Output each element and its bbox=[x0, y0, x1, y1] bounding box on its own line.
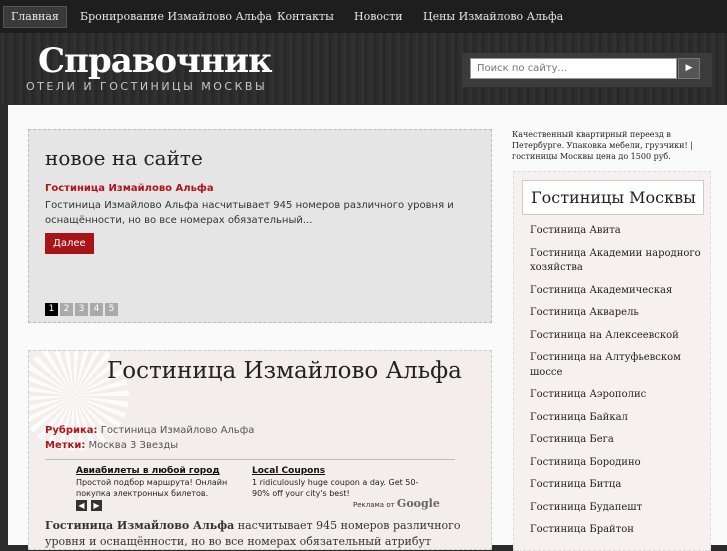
hotel-link[interactable]: Гостиница Академическая bbox=[530, 284, 706, 299]
hotel-link[interactable]: Гостиница Битца bbox=[530, 478, 706, 493]
site-subtitle: ОТЕЛИ И ГОСТИНИЦЫ МОСКВЫ bbox=[26, 80, 268, 93]
ads-by-label: Реклама от bbox=[353, 501, 395, 509]
hotel-link[interactable]: Гостиница Бородино bbox=[530, 456, 706, 471]
hotel-link[interactable]: Гостиница Бега bbox=[530, 433, 706, 448]
divider bbox=[45, 459, 455, 460]
play-arrow-icon: ▶ bbox=[685, 63, 693, 73]
pager-item[interactable]: 2 bbox=[60, 303, 73, 316]
ad-headline[interactable]: Local Coupons bbox=[252, 466, 432, 477]
category-link[interactable]: Гостиница Измайлово Альфа bbox=[101, 425, 255, 436]
nav-item-contacts[interactable]: Контакты bbox=[277, 0, 334, 33]
ad-headline[interactable]: Авиабилеты в любой город bbox=[76, 466, 241, 477]
ad-text: 1 ridiculously huge coupon a day. Get 50… bbox=[252, 478, 419, 498]
featured-excerpt: Гостиница Измайлово Альфа насчитывает 94… bbox=[45, 200, 454, 226]
search-button[interactable]: ▶ bbox=[678, 58, 700, 79]
widget-title: Гостиницы Москвы bbox=[522, 180, 704, 215]
pager-item[interactable]: 5 bbox=[105, 303, 118, 316]
featured-title: новое на сайте bbox=[45, 146, 203, 170]
search-input[interactable] bbox=[470, 58, 677, 79]
pager-item[interactable]: 1 bbox=[45, 303, 58, 316]
site-header: Справочник ОТЕЛИ И ГОСТИНИЦЫ МОСКВЫ ▶ bbox=[0, 33, 727, 105]
hotel-link[interactable]: Гостиница на Алексеевской bbox=[530, 329, 706, 344]
hotel-link[interactable]: Гостиница Академии народного хозяйства bbox=[530, 247, 706, 276]
featured-post-link[interactable]: Гостиница Измайлово Альфа bbox=[45, 183, 214, 194]
top-nav: Главная Бронирование Измайлово Альфа Кон… bbox=[0, 0, 727, 33]
hotel-link[interactable]: Гостиница Авита bbox=[530, 224, 706, 239]
tag-link[interactable]: Москва 3 Звезды bbox=[89, 440, 179, 451]
hotel-link[interactable]: Гостиница Будапешт bbox=[530, 501, 706, 516]
site-title[interactable]: Справочник bbox=[38, 41, 273, 81]
post-article: Гостиница Измайлово Альфа Рубрика: Гости… bbox=[28, 350, 492, 550]
ad-unit-2[interactable]: Local Coupons 1 ridiculously huge coupon… bbox=[252, 466, 432, 499]
ad-prev-icon[interactable]: ◀ bbox=[76, 500, 87, 511]
sidebar-ad-text[interactable]: Качественный квартирный переезд в Петерб… bbox=[512, 129, 716, 162]
main-content: новое на сайте Гостиница Измайлово Альфа… bbox=[8, 105, 727, 551]
hotel-link[interactable]: Гостиница Акварель bbox=[530, 306, 706, 321]
search-box: ▶ bbox=[462, 53, 712, 87]
google-logo: Google bbox=[396, 497, 440, 510]
hotel-link[interactable]: Гостиница Байкал bbox=[530, 411, 706, 426]
hotel-link[interactable]: Гостиница Брайтон bbox=[530, 523, 706, 538]
post-category: Рубрика: Гостиница Измайлово Альфа bbox=[45, 425, 254, 436]
category-label: Рубрика: bbox=[45, 425, 98, 436]
post-title[interactable]: Гостиница Измайлово Альфа bbox=[107, 357, 477, 386]
hotel-link[interactable]: Гостиница Аэрополис bbox=[530, 388, 706, 403]
nav-item-news[interactable]: Новости bbox=[354, 0, 403, 33]
post-body-bold: Гостиница Измайлово Альфа bbox=[45, 519, 235, 532]
hotel-link[interactable]: Гостиница на Алтуфьевском шоссе bbox=[530, 351, 706, 380]
ad-next-icon[interactable]: ▶ bbox=[91, 500, 102, 511]
nav-item-prices[interactable]: Цены Измайлово Альфа bbox=[423, 0, 563, 33]
read-more-button[interactable]: Далее bbox=[45, 233, 94, 254]
ads-by-google[interactable]: Реклама от Google bbox=[353, 497, 440, 510]
ad-text: Простой подбор маршрута! Онлайн покупка … bbox=[76, 478, 228, 498]
hotels-widget: Гостиницы Москвы Гостиница Авита Гостини… bbox=[513, 171, 711, 551]
pager-item[interactable]: 3 bbox=[75, 303, 88, 316]
post-tags: Метки: Москва 3 Звезды bbox=[45, 440, 178, 451]
hotels-list: Гостиница Авита Гостиница Академии народ… bbox=[530, 224, 706, 546]
featured-pager: 12345 bbox=[45, 296, 120, 316]
featured-block: новое на сайте Гостиница Измайлово Альфа… bbox=[28, 129, 492, 323]
pager-item[interactable]: 4 bbox=[90, 303, 103, 316]
tags-label: Метки: bbox=[45, 440, 86, 451]
post-body: Гостиница Измайлово Альфа насчитывает 94… bbox=[45, 518, 465, 549]
ad-unit-1[interactable]: Авиабилеты в любой город Простой подбор … bbox=[76, 466, 241, 499]
nav-item-home[interactable]: Главная bbox=[3, 6, 67, 28]
nav-item-booking[interactable]: Бронирование Измайлово Альфа bbox=[80, 0, 272, 33]
